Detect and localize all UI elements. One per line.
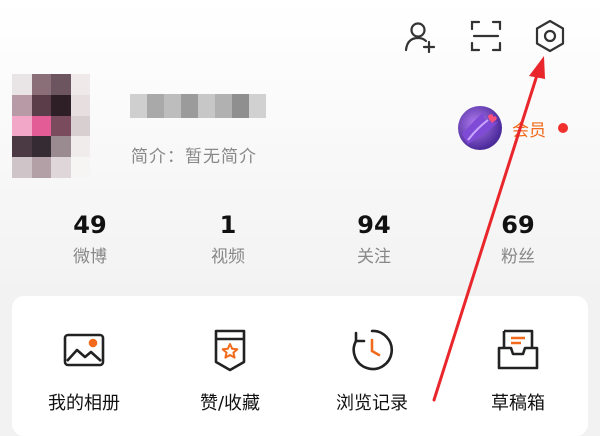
- stat-value: 49: [73, 211, 107, 239]
- stat-label: 关注: [357, 247, 391, 267]
- tool-label: 赞/收藏: [199, 393, 261, 414]
- avatar[interactable]: [12, 74, 90, 178]
- stat-value: 1: [219, 211, 237, 239]
- stat-label: 视频: [211, 247, 245, 267]
- tool-label: 浏览记录: [336, 393, 408, 414]
- stat-value: 69: [501, 211, 535, 239]
- tool-drafts[interactable]: 草稿箱: [458, 326, 578, 416]
- tool-history[interactable]: 浏览记录: [312, 326, 432, 416]
- tools-card: 我的相册 赞/收藏 浏览记录 草稿箱: [12, 296, 588, 436]
- photo-album-icon: [63, 333, 105, 367]
- bio-text: 简介：暂无简介: [131, 147, 257, 167]
- vip-entry[interactable]: 会员: [454, 104, 568, 152]
- vip-label: 会员: [512, 120, 546, 141]
- favorites-icon: [214, 329, 246, 372]
- stat-followers[interactable]: 69 粉丝: [458, 210, 578, 268]
- stat-weibo[interactable]: 49 微博: [30, 210, 150, 268]
- username-pixelated: [130, 94, 266, 118]
- stat-label: 微博: [73, 247, 107, 267]
- history-icon: [352, 329, 393, 371]
- stat-video[interactable]: 1 视频: [168, 210, 288, 268]
- tool-label: 草稿箱: [491, 393, 545, 414]
- settings-icon[interactable]: [528, 14, 572, 58]
- stat-following[interactable]: 94 关注: [314, 210, 434, 268]
- tool-photo-album[interactable]: 我的相册: [24, 326, 144, 416]
- vip-badge-icon: [458, 106, 502, 150]
- scan-icon[interactable]: [464, 14, 508, 58]
- stat-label: 粉丝: [501, 247, 535, 267]
- drafts-icon: [497, 329, 539, 370]
- add-friend-icon[interactable]: [398, 14, 442, 58]
- notification-dot: [558, 123, 568, 133]
- tool-label: 我的相册: [48, 393, 120, 414]
- stat-value: 94: [357, 211, 391, 239]
- tool-favorites[interactable]: 赞/收藏: [170, 326, 290, 416]
